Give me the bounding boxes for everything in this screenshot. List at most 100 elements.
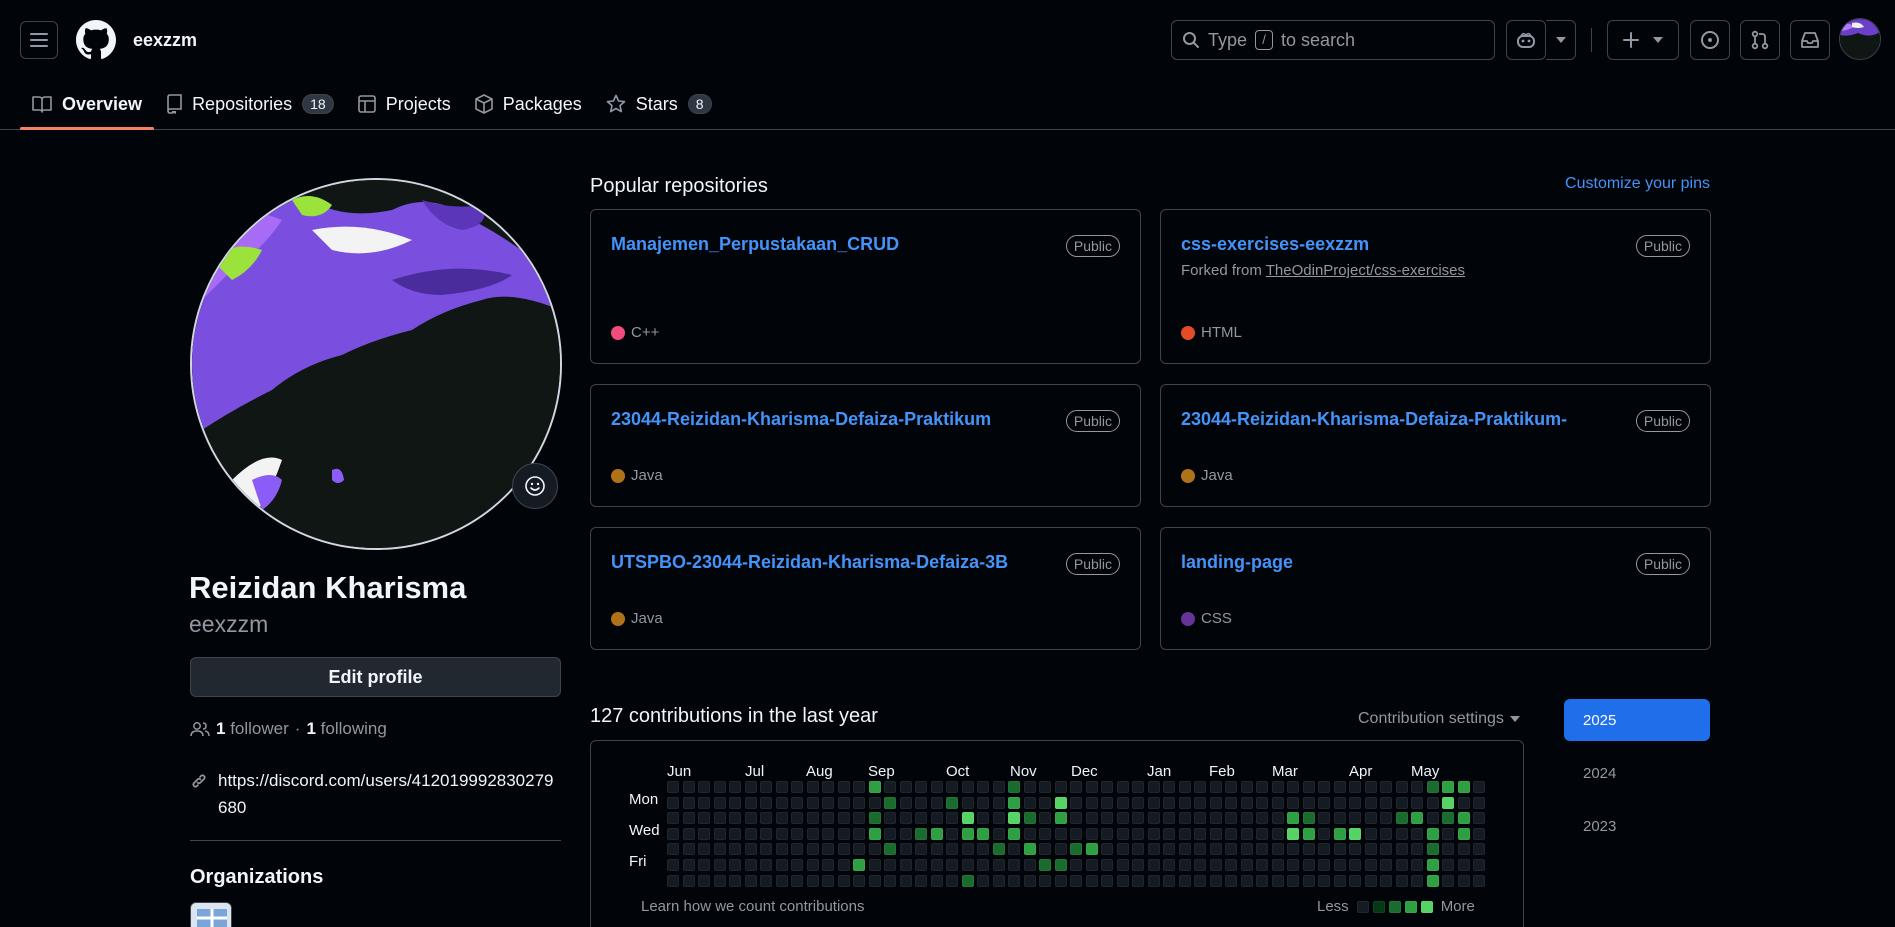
- contribution-cell[interactable]: [682, 843, 695, 856]
- contribution-cell[interactable]: [1194, 827, 1206, 840]
- contribution-cell[interactable]: [884, 812, 896, 825]
- contribution-cell[interactable]: [1178, 827, 1191, 840]
- contribution-cell[interactable]: [1442, 796, 1454, 809]
- contribution-cell[interactable]: [1318, 874, 1330, 887]
- contribution-cell[interactable]: [713, 843, 726, 856]
- contribution-cell[interactable]: [1008, 843, 1020, 856]
- repo-name-link[interactable]: UTSPBO-23044-Reizidan-Kharisma-Defaiza-3…: [611, 552, 1008, 573]
- search-input[interactable]: Type / to search: [1171, 20, 1495, 60]
- contribution-cell[interactable]: [1457, 827, 1470, 840]
- contribution-cell[interactable]: [729, 859, 741, 871]
- contribution-cell[interactable]: [1023, 843, 1036, 856]
- contribution-cell[interactable]: [977, 843, 989, 856]
- year-2025-button[interactable]: 2025: [1564, 699, 1710, 741]
- contribution-cell[interactable]: [930, 781, 943, 793]
- contribution-cell[interactable]: [1070, 859, 1082, 871]
- contribution-cell[interactable]: [1039, 812, 1051, 825]
- contribution-cell[interactable]: [915, 859, 927, 871]
- contribution-cell[interactable]: [1302, 812, 1315, 825]
- contribution-cell[interactable]: [1039, 796, 1051, 809]
- contribution-cell[interactable]: [1333, 874, 1346, 887]
- contribution-cell[interactable]: [1132, 781, 1144, 793]
- contribution-cell[interactable]: [930, 796, 943, 809]
- contribution-cell[interactable]: [961, 812, 974, 825]
- contribution-cell[interactable]: [698, 874, 710, 887]
- contribution-cell[interactable]: [1457, 781, 1470, 793]
- set-status-button[interactable]: [512, 463, 558, 509]
- contribution-cell[interactable]: [1116, 812, 1129, 825]
- contribution-cell[interactable]: [1132, 812, 1144, 825]
- contribution-cell[interactable]: [667, 781, 679, 793]
- contribution-cell[interactable]: [1008, 796, 1020, 809]
- profile-avatar[interactable]: [190, 178, 562, 550]
- contribution-cell[interactable]: [1426, 859, 1439, 871]
- contribution-cell[interactable]: [1209, 843, 1222, 856]
- contribution-cell[interactable]: [1333, 859, 1346, 871]
- contribution-cell[interactable]: [1054, 843, 1067, 856]
- contribution-cell[interactable]: [1473, 859, 1485, 871]
- contribution-cell[interactable]: [853, 859, 865, 871]
- contribution-cell[interactable]: [1008, 812, 1020, 825]
- contribution-cell[interactable]: [1287, 812, 1299, 825]
- contribution-cell[interactable]: [1225, 796, 1237, 809]
- contribution-cell[interactable]: [1116, 859, 1129, 871]
- contribution-cell[interactable]: [1426, 843, 1439, 856]
- contribution-cell[interactable]: [868, 874, 881, 887]
- contribution-cell[interactable]: [1147, 827, 1160, 840]
- contribution-cell[interactable]: [806, 859, 819, 871]
- contribution-cell[interactable]: [1178, 843, 1191, 856]
- contribution-cell[interactable]: [1178, 781, 1191, 793]
- contribution-cell[interactable]: [930, 812, 943, 825]
- contribution-cell[interactable]: [915, 874, 927, 887]
- contribution-cell[interactable]: [1240, 796, 1253, 809]
- contribution-cell[interactable]: [1101, 874, 1113, 887]
- contribution-cell[interactable]: [1287, 796, 1299, 809]
- contribution-cell[interactable]: [1132, 859, 1144, 871]
- contribution-cell[interactable]: [1473, 796, 1485, 809]
- contribution-cell[interactable]: [1194, 843, 1206, 856]
- contribution-cell[interactable]: [868, 859, 881, 871]
- contribution-cell[interactable]: [915, 796, 927, 809]
- contribution-cell[interactable]: [977, 781, 989, 793]
- contribution-cell[interactable]: [1085, 781, 1098, 793]
- contribution-cell[interactable]: [791, 781, 803, 793]
- learn-contributions-link[interactable]: Learn how we count contributions: [641, 898, 864, 915]
- contribution-cell[interactable]: [915, 781, 927, 793]
- repo-name-link[interactable]: css-exercises-eexzzm: [1181, 234, 1369, 255]
- contribution-cell[interactable]: [1287, 827, 1299, 840]
- contribution-cell[interactable]: [853, 796, 865, 809]
- contribution-cell[interactable]: [822, 827, 834, 840]
- contribution-cell[interactable]: [915, 827, 927, 840]
- inbox-button[interactable]: [1790, 20, 1830, 60]
- user-avatar-menu[interactable]: [1839, 18, 1881, 60]
- contribution-cell[interactable]: [1271, 796, 1284, 809]
- contribution-cell[interactable]: [1101, 796, 1113, 809]
- contribution-cell[interactable]: [1411, 843, 1423, 856]
- contribution-cell[interactable]: [729, 796, 741, 809]
- contribution-cell[interactable]: [1256, 827, 1268, 840]
- contribution-cell[interactable]: [977, 796, 989, 809]
- contribution-cell[interactable]: [744, 874, 757, 887]
- contribution-cell[interactable]: [822, 812, 834, 825]
- contribution-cell[interactable]: [1209, 796, 1222, 809]
- contribution-cell[interactable]: [1101, 812, 1113, 825]
- contribution-cell[interactable]: [1442, 827, 1454, 840]
- contribution-cell[interactable]: [1426, 796, 1439, 809]
- contribution-cell[interactable]: [1101, 843, 1113, 856]
- contribution-cell[interactable]: [1287, 874, 1299, 887]
- contribution-cell[interactable]: [837, 843, 850, 856]
- contribution-cell[interactable]: [822, 843, 834, 856]
- contribution-cell[interactable]: [1240, 843, 1253, 856]
- discord-link[interactable]: https://discord.com/users/41201999283027…: [218, 767, 558, 821]
- contribution-cell[interactable]: [961, 781, 974, 793]
- tab-projects[interactable]: Projects: [346, 80, 463, 128]
- contribution-cell[interactable]: [791, 859, 803, 871]
- contribution-cell[interactable]: [868, 796, 881, 809]
- contribution-cell[interactable]: [1240, 812, 1253, 825]
- contribution-cell[interactable]: [1240, 874, 1253, 887]
- contribution-cell[interactable]: [698, 812, 710, 825]
- contribution-cell[interactable]: [1147, 796, 1160, 809]
- contribution-cell[interactable]: [775, 812, 788, 825]
- contribution-cell[interactable]: [1039, 859, 1051, 871]
- contribution-cell[interactable]: [946, 796, 958, 809]
